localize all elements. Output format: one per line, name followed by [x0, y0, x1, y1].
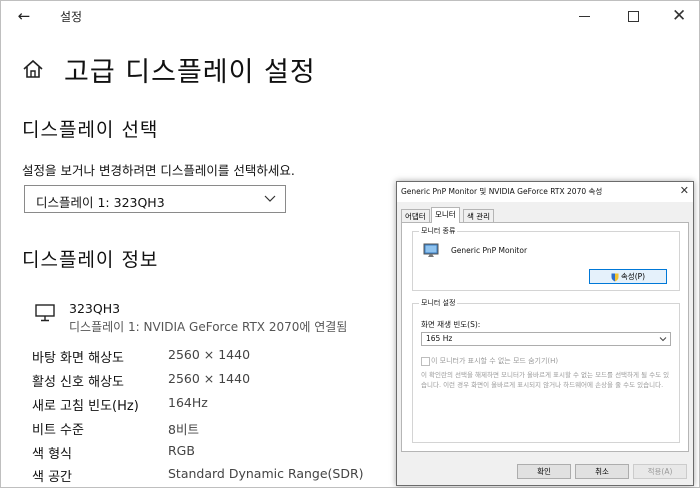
minimize-button[interactable] — [562, 0, 608, 32]
info-label: 색 형식 — [32, 447, 73, 462]
info-label: 비트 수준 — [32, 423, 84, 438]
hide-modes-checkbox[interactable] — [421, 357, 430, 366]
dialog-close-icon[interactable]: ✕ — [680, 184, 689, 197]
monitor-type-name: Generic PnP Monitor — [451, 246, 528, 255]
properties-button[interactable]: 속성(P) — [589, 269, 667, 284]
page-title: 고급 디스플레이 설정 — [64, 57, 316, 88]
dialog-title: Generic PnP Monitor 및 NVIDIA GeForce RTX… — [401, 187, 603, 196]
monitor-connection: 디스플레이 1: NVIDIA GeForce RTX 2070에 연결됨 — [69, 320, 348, 334]
monitor-icon — [35, 304, 55, 322]
display-select-heading: 디스플레이 선택 — [22, 119, 159, 141]
home-icon[interactable] — [22, 58, 44, 80]
hide-modes-label: 이 모니터가 표시할 수 없는 모드 숨기기(H) — [431, 357, 559, 365]
monitor-type-group: 모니터 종류 Generic PnP Monitor 속성(P) — [412, 226, 680, 291]
dialog-title-bar: Generic PnP Monitor 및 NVIDIA GeForce RTX… — [397, 182, 693, 202]
dropdown-value: 디스플레이 1: 323QH3 — [36, 195, 165, 210]
info-value: 8비트 — [168, 422, 199, 437]
minimize-icon — [579, 16, 590, 17]
back-arrow-icon[interactable]: ← — [13, 6, 35, 26]
title-bar: ← 설정 ✕ — [0, 0, 700, 32]
display-select-dropdown[interactable]: 디스플레이 1: 323QH3 — [24, 185, 286, 213]
info-label: 바탕 화면 해상도 — [32, 351, 124, 366]
display-info-heading: 디스플레이 정보 — [22, 249, 159, 271]
hide-modes-description: 이 확인란의 선택을 해제하면 모니터가 올바르게 표시할 수 없는 모드를 선… — [421, 371, 670, 389]
ok-button[interactable]: 확인 — [517, 464, 571, 479]
refresh-rate-select[interactable]: 165 Hz — [421, 332, 671, 346]
uac-shield-icon — [611, 273, 619, 281]
maximize-button[interactable] — [610, 0, 656, 32]
info-value: 2560 × 1440 — [168, 371, 251, 386]
display-select-instruction: 설정을 보거나 변경하려면 디스플레이를 선택하세요. — [22, 163, 295, 178]
tab-monitor[interactable]: 모니터 — [431, 207, 460, 223]
tab-adapter[interactable]: 어댑터 — [401, 209, 430, 222]
monitor-settings-group: 모니터 설정 화면 재생 빈도(S): 165 Hz 이 모니터가 표시할 수 … — [412, 298, 680, 443]
info-value: RGB — [168, 443, 195, 458]
maximize-icon — [628, 11, 639, 22]
info-label: 색 공간 — [32, 470, 73, 485]
properties-label: 속성(P) — [620, 272, 646, 281]
window-title: 설정 — [60, 10, 83, 24]
chevron-down-icon — [264, 195, 276, 202]
info-label: 새로 고침 빈도(Hz) — [32, 399, 139, 414]
dialog-tabs: 어댑터 모니터 색 관리 — [401, 207, 689, 223]
tab-color-management[interactable]: 색 관리 — [463, 209, 495, 222]
monitor-icon — [423, 243, 439, 257]
apply-button[interactable]: 적용(A) — [633, 464, 687, 479]
group-label: 모니터 설정 — [419, 298, 458, 308]
info-label: 활성 신호 해상도 — [32, 375, 124, 390]
chevron-down-icon — [659, 337, 667, 342]
monitor-tab-panel: 모니터 종류 Generic PnP Monitor 속성(P) 모니터 설정 … — [401, 222, 689, 452]
info-value: 164Hz — [168, 395, 208, 410]
close-icon: ✕ — [672, 6, 687, 26]
group-label: 모니터 종류 — [419, 226, 458, 236]
monitor-name: 323QH3 — [69, 301, 121, 316]
cancel-button[interactable]: 취소 — [575, 464, 629, 479]
close-button[interactable]: ✕ — [656, 0, 700, 32]
refresh-rate-value: 165 Hz — [426, 334, 453, 343]
info-value: Standard Dynamic Range(SDR) — [168, 466, 364, 481]
info-value: 2560 × 1440 — [168, 347, 251, 362]
refresh-rate-label: 화면 재생 빈도(S): — [421, 320, 481, 329]
monitor-properties-dialog: Generic PnP Monitor 및 NVIDIA GeForce RTX… — [396, 181, 694, 486]
